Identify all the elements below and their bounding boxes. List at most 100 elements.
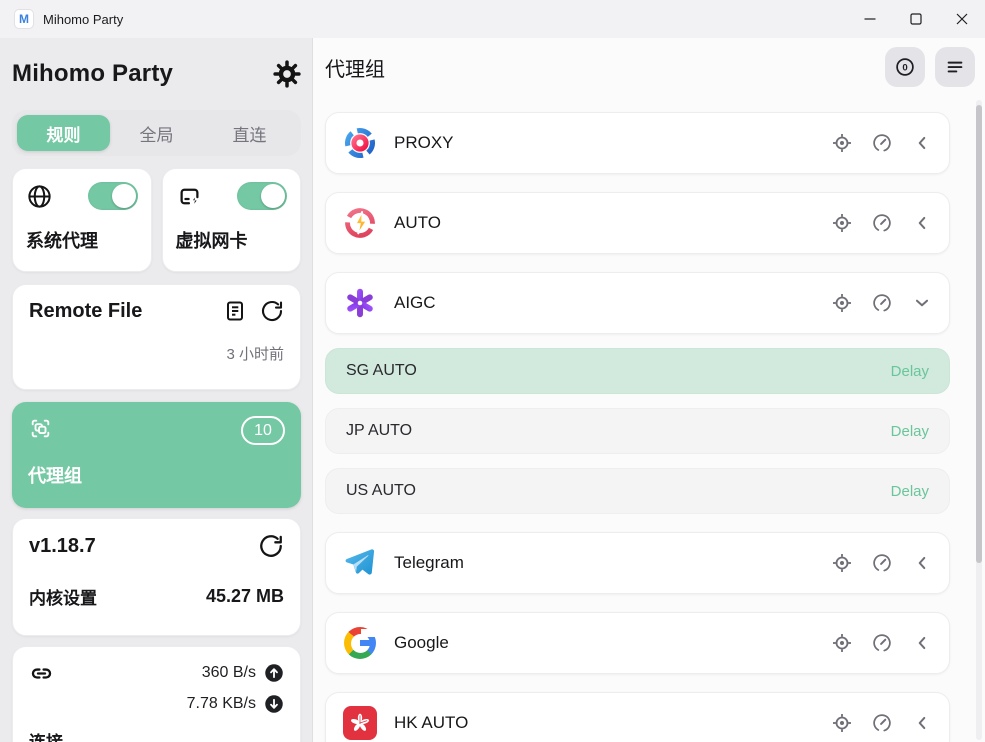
core-memory-usage: 45.27 MB: [206, 586, 284, 607]
proxy-group-row[interactable]: HK AUTO: [325, 692, 950, 742]
proxy-group-name: HK AUTO: [394, 713, 468, 733]
proxy-group-name: Google: [394, 633, 449, 653]
delay-test-icon[interactable]: [871, 712, 893, 734]
profile-card[interactable]: Remote File 3 小时前: [12, 284, 301, 390]
delay-test-icon[interactable]: [871, 292, 893, 314]
proxy-name: JP AUTO: [346, 422, 412, 440]
layout-columns-button[interactable]: [935, 47, 975, 87]
maximize-icon: [910, 13, 922, 25]
proxy-group-block: AIGC SG AUTO Delay JP AUTO Delay US AUTO…: [325, 272, 950, 514]
virtual-nic-toggle[interactable]: [237, 182, 287, 210]
globe-icon: [26, 183, 53, 210]
refresh-profile-icon[interactable]: [260, 299, 284, 323]
core-card[interactable]: v1.18.7 内核设置 45.27 MB: [12, 518, 301, 636]
chevron-left-icon[interactable]: [911, 712, 933, 734]
profile-name: Remote File: [29, 300, 142, 323]
upload-speed: 360 B/s: [202, 664, 256, 682]
maximize-button[interactable]: [893, 0, 939, 38]
locate-current-proxy-icon[interactable]: [831, 552, 853, 574]
proxy-group-row[interactable]: AIGC: [325, 272, 950, 334]
chevron-left-icon[interactable]: [911, 212, 933, 234]
proxy-item[interactable]: JP AUTO Delay: [325, 408, 950, 454]
proxy-group-icon: [28, 416, 53, 441]
delay-display-toggle-button[interactable]: 0: [885, 47, 925, 87]
delay-test-icon[interactable]: [871, 212, 893, 234]
tab-global-mode[interactable]: 全局: [110, 115, 203, 151]
titlebar: M Mihomo Party: [0, 0, 985, 38]
proxy-item[interactable]: US AUTO Delay: [325, 468, 950, 514]
locate-current-proxy-icon[interactable]: [831, 712, 853, 734]
tab-direct-mode[interactable]: 直连: [203, 115, 296, 151]
app-title: Mihomo Party: [12, 60, 173, 88]
locate-current-proxy-icon[interactable]: [831, 292, 853, 314]
minimize-icon: [864, 13, 876, 25]
circled-zero-icon: 0: [894, 56, 916, 78]
proxy-group-block: PROXY: [325, 112, 950, 174]
download-arrow-icon: [264, 694, 284, 714]
close-button[interactable]: [939, 0, 985, 38]
page-title: 代理组: [325, 53, 385, 82]
delay-test-icon[interactable]: [871, 132, 893, 154]
proxy-group-block: Telegram: [325, 532, 950, 594]
link-icon: [29, 661, 54, 686]
main-header: 代理组 0: [313, 38, 985, 96]
virtual-nic-label: 虚拟网卡: [176, 227, 288, 253]
proxy-group-name: Telegram: [394, 553, 464, 573]
proxy-name: SG AUTO: [346, 362, 417, 380]
download-speed: 7.78 KB/s: [187, 695, 256, 713]
connections-label: 连接: [29, 728, 284, 742]
tab-rule-mode[interactable]: 规则: [17, 115, 110, 151]
connection-card[interactable]: 360 B/s 7.78 KB/s 连接: [12, 646, 301, 742]
minimize-button[interactable]: [847, 0, 893, 38]
proxy-group-block: Google: [325, 612, 950, 674]
group-row-actions: [831, 212, 933, 234]
restart-core-icon[interactable]: [258, 533, 284, 559]
group-row-actions: [831, 632, 933, 654]
proxy-group-name: PROXY: [394, 133, 454, 153]
sidebar-item-proxy-groups[interactable]: 10 代理组: [12, 402, 301, 508]
core-version: v1.18.7: [29, 535, 96, 558]
locate-current-proxy-icon[interactable]: [831, 632, 853, 654]
proxy-delay-button[interactable]: Delay: [891, 483, 929, 500]
proxy-groups-label: 代理组: [28, 462, 285, 488]
edit-profile-icon[interactable]: [223, 299, 247, 323]
window-title: Mihomo Party: [43, 12, 123, 27]
system-proxy-toggle[interactable]: [88, 182, 138, 210]
chevron-left-icon[interactable]: [911, 552, 933, 574]
locate-current-proxy-icon[interactable]: [831, 212, 853, 234]
system-proxy-label: 系统代理: [26, 227, 138, 253]
close-icon: [956, 13, 968, 25]
outbound-mode-tabs: 规则 全局 直连: [12, 110, 301, 156]
quick-toggle-row: 系统代理 虚拟网卡: [12, 168, 301, 272]
delay-test-icon[interactable]: [871, 552, 893, 574]
core-settings-label: 内核设置: [29, 584, 97, 609]
proxy-group-row[interactable]: AUTO: [325, 192, 950, 254]
scrollbar-track[interactable]: [976, 100, 982, 740]
proxy-group-block: AUTO: [325, 192, 950, 254]
app-logo-icon: M: [14, 9, 34, 29]
proxy-group-row[interactable]: Telegram: [325, 532, 950, 594]
list-lines-icon: [944, 56, 966, 78]
chevron-left-icon[interactable]: [911, 632, 933, 654]
svg-text:0: 0: [902, 63, 907, 74]
telegram-icon: [342, 545, 378, 581]
google-icon: [342, 625, 378, 661]
settings-gear-icon[interactable]: [273, 60, 301, 88]
window-controls: [847, 0, 985, 38]
proxy-item[interactable]: SG AUTO Delay: [325, 348, 950, 394]
chevron-left-icon[interactable]: [911, 132, 933, 154]
proxy-group-list: PROXY AUTO: [313, 96, 950, 742]
virtual-nic-card[interactable]: 虚拟网卡: [162, 168, 302, 272]
main-panel: 代理组 0: [313, 38, 985, 742]
chevron-down-icon[interactable]: [911, 292, 933, 314]
delay-test-icon[interactable]: [871, 632, 893, 654]
proxy-group-row[interactable]: PROXY: [325, 112, 950, 174]
proxy-delay-button[interactable]: Delay: [891, 363, 929, 380]
scrollbar-thumb[interactable]: [976, 105, 982, 563]
proxy-delay-button[interactable]: Delay: [891, 423, 929, 440]
locate-current-proxy-icon[interactable]: [831, 132, 853, 154]
proxy-group-row[interactable]: Google: [325, 612, 950, 674]
proxy-group-block: HK AUTO: [325, 692, 950, 742]
system-proxy-card[interactable]: 系统代理: [12, 168, 152, 272]
hongkong-flag-icon: [342, 705, 378, 741]
